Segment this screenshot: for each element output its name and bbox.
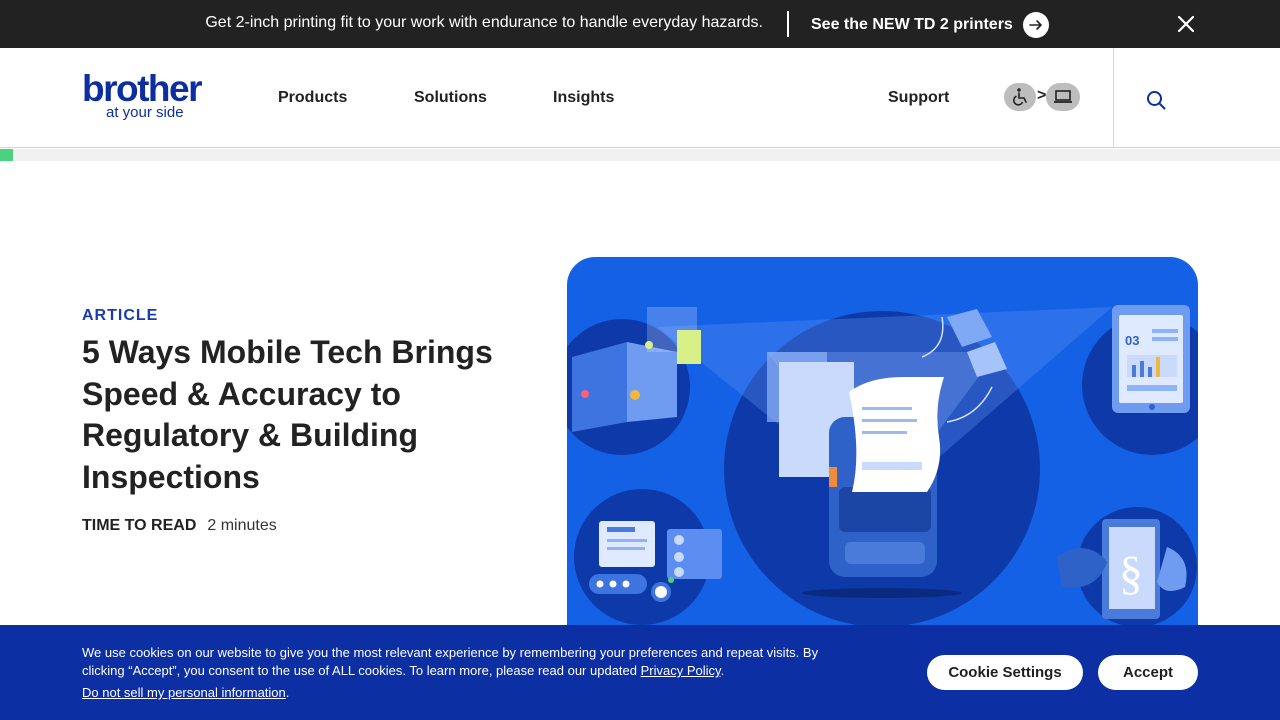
search-icon[interactable] [1145, 89, 1167, 111]
tablet-number: 03 [1125, 333, 1139, 348]
brother-logo[interactable]: brother at your side [82, 70, 214, 124]
hero-illustration: 03 § [567, 257, 1198, 657]
article-eyebrow: ARTICLE [82, 307, 159, 324]
do-not-sell-link[interactable]: Do not sell my personal information [82, 685, 286, 700]
time-to-read-value: 2 minutes [207, 517, 277, 534]
promo-divider [787, 11, 789, 37]
legal-symbol: § [1119, 547, 1143, 600]
cookie-settings-button[interactable]: Cookie Settings [927, 655, 1083, 690]
nav-insights[interactable]: Insights [553, 89, 614, 107]
mobile-printer-illustration: 03 § [567, 305, 1198, 627]
time-to-read-label: TIME TO READ [82, 517, 197, 534]
privacy-policy-link[interactable]: Privacy Policy [641, 663, 721, 678]
cookie-banner: We use cookies on our website to give yo… [0, 625, 1280, 720]
arrow-right-icon [1022, 12, 1049, 38]
do-not-sell-period: . [285, 685, 290, 700]
nav-products[interactable]: Products [278, 89, 347, 107]
accessibility-toggle[interactable]: > [1004, 82, 1080, 112]
promo-text: Get 2-inch printing fit to your work wit… [205, 14, 763, 31]
accept-button[interactable]: Accept [1098, 655, 1198, 690]
cookie-text-end: . [720, 663, 725, 678]
reading-progress-fill [0, 149, 13, 161]
site-header: brother at your side Products Solutions … [0, 48, 1280, 148]
reading-progress-bar [0, 149, 1280, 161]
do-not-sell-row: Do not sell my personal information. [82, 685, 289, 700]
cookie-message: We use cookies on our website to give yo… [82, 644, 862, 680]
nav-support[interactable]: Support [888, 89, 949, 107]
nav-solutions[interactable]: Solutions [414, 89, 487, 107]
a11y-separator: > [1037, 87, 1047, 104]
wheelchair-icon [1004, 83, 1036, 111]
logo-wordmark: brother [82, 68, 203, 109]
time-to-read: TIME TO READ 2 minutes [82, 517, 277, 535]
close-icon[interactable] [1174, 12, 1198, 36]
logo-tagline: at your side [106, 104, 184, 121]
promo-banner: Get 2-inch printing fit to your work wit… [0, 0, 1280, 48]
header-divider [1113, 48, 1114, 148]
promo-link[interactable]: See the NEW TD 2 printers [811, 12, 1049, 38]
promo-link-label: See the NEW TD 2 printers [811, 16, 1013, 33]
article-title: 5 Ways Mobile Tech Brings Speed & Accura… [82, 334, 493, 495]
laptop-icon [1046, 83, 1080, 111]
